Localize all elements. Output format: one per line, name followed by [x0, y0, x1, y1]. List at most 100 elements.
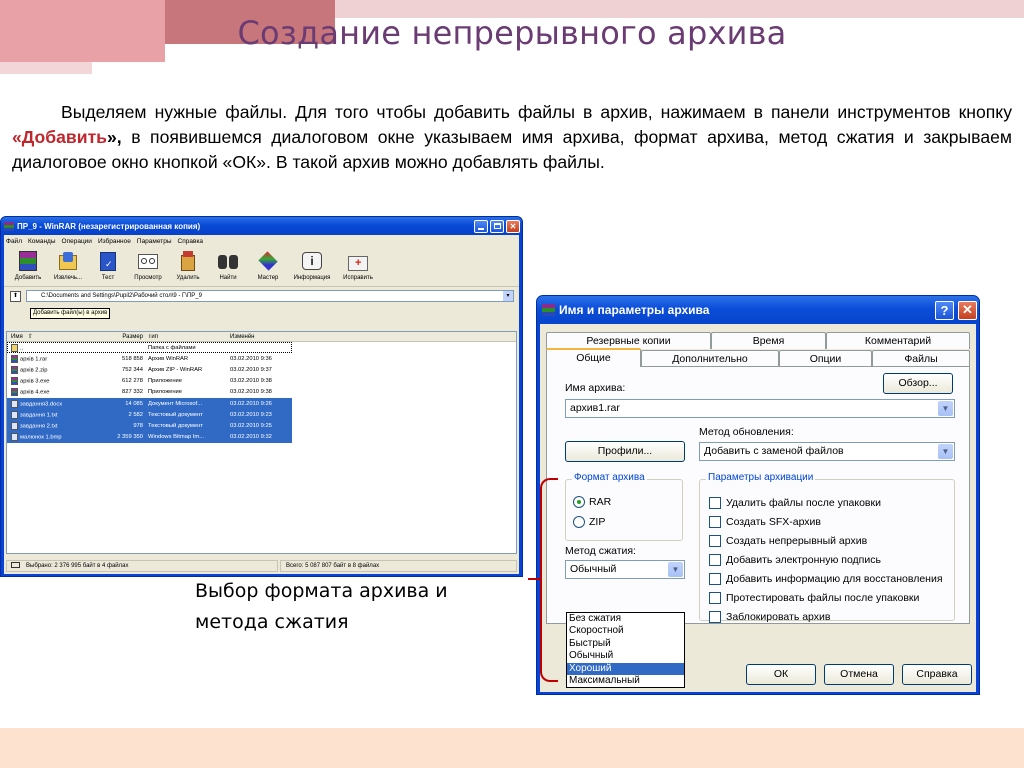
tab-time[interactable]: Время — [711, 332, 826, 349]
minimize-button[interactable] — [474, 219, 488, 233]
file-name: архів 4.exe — [7, 388, 115, 397]
option-checkbox[interactable]: Добавить информацию для восстановления — [709, 573, 943, 585]
compression-method-select[interactable]: Обычный ▼ — [565, 560, 685, 579]
file-size: 978 — [133, 422, 143, 429]
method-option[interactable]: Хороший — [567, 662, 684, 675]
repair-label: Исправить — [343, 275, 373, 281]
file-name: .. — [7, 343, 115, 352]
format-zip-radio[interactable]: ZIP — [573, 516, 605, 528]
file-row[interactable]: архів 1.rar 518 858 Архив WinRAR 03.02.2010… — [7, 353, 292, 364]
find-button[interactable]: Найти — [208, 249, 248, 286]
format-rar-radio[interactable]: RAR — [573, 496, 611, 508]
profiles-button[interactable]: Профили... — [565, 441, 685, 462]
winrar-statusbar: Выбрано: 2 376 995 байт в 4 файлах Всего… — [4, 557, 519, 574]
method-option[interactable]: Быстрый — [567, 638, 684, 650]
close-button[interactable]: ✕ — [506, 219, 520, 233]
archive-name-field[interactable]: архив1.rar ▼ — [565, 399, 955, 418]
compression-method-dropdown[interactable]: Без сжатия Скоростной Быстрый Обычный Хороши… — [566, 612, 685, 689]
slide-decoration-block — [0, 62, 92, 74]
file-row[interactable]: архів 2.zip 752 344 Архив ZIP - WinRAR 03.0… — [7, 364, 292, 375]
ok-button[interactable]: ОК — [746, 664, 816, 685]
tab-backup[interactable]: Резервные копии — [546, 332, 711, 349]
column-size[interactable]: Размер — [115, 334, 145, 340]
delete-button[interactable]: Удалить — [168, 249, 208, 286]
method-option[interactable]: Обычный — [567, 650, 684, 662]
update-method-select[interactable]: Добавить с заменой файлов ▼ — [699, 442, 955, 461]
file-row[interactable]: архів 3.exe 612 278 Приложение 03.02.2010 9… — [7, 376, 292, 387]
file-row[interactable]: завдання3.docx 14 085 Документ Microsof...… — [7, 397, 292, 410]
menu-file[interactable]: Файл — [6, 238, 22, 245]
menu-commands[interactable]: Команды — [28, 238, 56, 245]
wizard-icon — [255, 249, 281, 273]
option-checkbox[interactable]: Создать SFX-архив — [709, 516, 821, 528]
menu-options[interactable]: Параметры — [137, 238, 172, 245]
dialog-close-button[interactable]: ✕ — [958, 300, 977, 320]
option-checkbox[interactable]: Добавить электронную подпись — [709, 554, 881, 566]
file-icon — [11, 433, 18, 442]
address-dropdown-button[interactable]: ▾ — [503, 291, 513, 301]
file-row[interactable]: .. Папка с файлами — [7, 342, 292, 354]
method-option[interactable]: Без сжатия — [567, 613, 684, 625]
cancel-button[interactable]: Отмена — [824, 664, 894, 685]
file-row[interactable]: архів 4.exe 827 332 Приложение 03.02.2010 9… — [7, 387, 292, 398]
up-folder-button[interactable]: ⬆ — [10, 290, 21, 302]
winrar-body: Файл Команды Операции Избранное Параметр… — [4, 235, 519, 574]
chevron-down-icon[interactable]: ▼ — [938, 444, 953, 459]
maximize-button[interactable] — [490, 219, 504, 233]
tab-general[interactable]: Общие — [546, 348, 641, 367]
file-size: 518 858 — [122, 355, 143, 362]
caption: Выбор формата архива и метода сжатия — [195, 576, 495, 638]
add-button[interactable]: Добавить — [8, 249, 48, 286]
file-name: архів 2.zip — [7, 365, 115, 374]
test-button[interactable]: ✓ Тест — [88, 249, 128, 286]
menu-favorites[interactable]: Избранное — [98, 238, 131, 245]
tab-comment[interactable]: Комментарий — [826, 332, 970, 349]
extract-button[interactable]: Извлечь... — [48, 249, 88, 286]
method-option[interactable]: Максимальный — [567, 675, 684, 687]
chevron-down-icon[interactable]: ▼ — [668, 562, 683, 577]
intro-text: в появившемся диалоговом окне указываем … — [12, 127, 1012, 172]
file-row[interactable]: малюнок 1.bmp 2 359 350 Windows Bitmap Im.… — [7, 431, 292, 443]
wizard-button[interactable]: Мастер — [248, 249, 288, 286]
file-list[interactable]: Имя ⇧ Размер Тип Изменён .. Папка с файла… — [6, 331, 517, 554]
view-button[interactable]: Просмотр — [128, 249, 168, 286]
address-field[interactable]: C:\Documents and Settings\Pupil2\Рабочий… — [26, 290, 514, 302]
file-name: малюнок 1.bmp — [7, 433, 115, 442]
file-date: 03.02.2010 9:38 — [230, 389, 272, 396]
status-total: Всего: 5 087 807 байт в 8 файлах — [280, 559, 517, 572]
tab-options[interactable]: Опции — [779, 350, 872, 367]
intro-bold: », — [107, 127, 122, 147]
option-checkbox[interactable]: Заблокировать архив — [709, 611, 830, 623]
question-icon: ? — [940, 302, 949, 318]
file-size: 2 359 350 — [117, 434, 143, 441]
tab-advanced[interactable]: Дополнительно — [641, 350, 779, 367]
close-icon: ✕ — [509, 221, 517, 231]
radio-checked-icon — [573, 496, 585, 508]
tab-files[interactable]: Файлы — [872, 350, 970, 367]
file-row[interactable]: завдання 1.txt 2 582 Текстовый документ 03.… — [7, 409, 292, 421]
column-modified[interactable]: Изменён — [227, 334, 292, 340]
column-name[interactable]: Имя ⇧ — [7, 333, 115, 340]
chevron-down-icon[interactable]: ▼ — [938, 401, 953, 416]
file-date: 03.02.2010 9:26 — [230, 400, 272, 407]
menu-help[interactable]: Справка — [178, 238, 204, 245]
option-checkbox[interactable]: Создать непрерывный архив — [709, 535, 867, 547]
info-button[interactable]: i Информация — [288, 249, 336, 286]
help-button[interactable]: Справка — [902, 664, 972, 685]
option-checkbox[interactable]: Удалить файлы после упаковки — [709, 497, 881, 509]
file-type: Windows Bitmap Im... — [148, 434, 205, 441]
option-checkbox[interactable]: Протестировать файлы после упаковки — [709, 592, 919, 604]
column-type[interactable]: Тип — [145, 334, 227, 340]
repair-button[interactable]: + Исправить — [336, 249, 380, 286]
file-row[interactable]: завдання 2.txt 978 Текстовый документ 03.02… — [7, 420, 292, 432]
maximize-icon — [493, 223, 501, 229]
winrar-window: ПР_9 - WinRAR (незарегистрированная копи… — [0, 216, 523, 577]
browse-button[interactable]: Обзор... — [883, 373, 953, 394]
method-option[interactable]: Скоростной — [567, 625, 684, 637]
winrar-toolbar: Добавить Извлечь... ✓ Тест Просмотр Удал… — [4, 247, 519, 287]
intro-text: Выделяем нужные файлы. Для того чтобы до… — [61, 102, 1012, 122]
help-title-button[interactable]: ? — [935, 300, 954, 320]
caption-line: метода сжатия — [195, 611, 349, 633]
drive-icon — [11, 561, 20, 568]
menu-operations[interactable]: Операции — [62, 238, 92, 245]
